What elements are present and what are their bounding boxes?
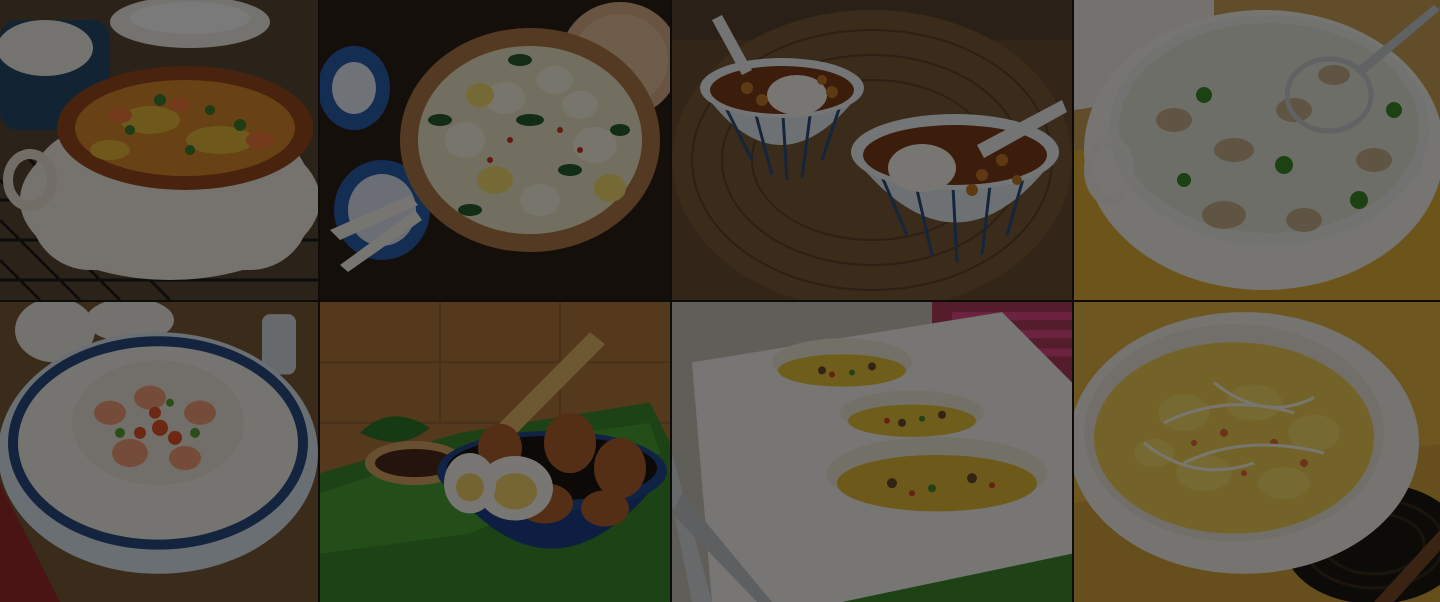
mushroom-congee-image (1074, 0, 1440, 300)
tile-egg-wraps-platter (672, 302, 1072, 602)
food-photo-collage (0, 0, 1440, 602)
tea-eggs-image (320, 302, 670, 602)
clay-pot-image (320, 0, 670, 300)
tile-scrambled-egg-sprouts (1074, 302, 1440, 602)
tile-rice-casserole (0, 0, 318, 300)
tile-tea-eggs-bowl (320, 302, 670, 602)
tile-sweet-soup-rice-balls (672, 0, 1072, 300)
sweet-soup-image (672, 0, 1072, 300)
egg-wraps-image (672, 302, 1072, 602)
tile-seafood-congee-bowl (0, 302, 318, 602)
tile-mushroom-congee-pot (1074, 0, 1440, 300)
rice-casserole-image (0, 0, 318, 300)
seafood-congee-image (0, 302, 318, 602)
scrambled-egg-image (1074, 302, 1440, 602)
tile-clay-pot-tofu-greens (320, 0, 670, 300)
